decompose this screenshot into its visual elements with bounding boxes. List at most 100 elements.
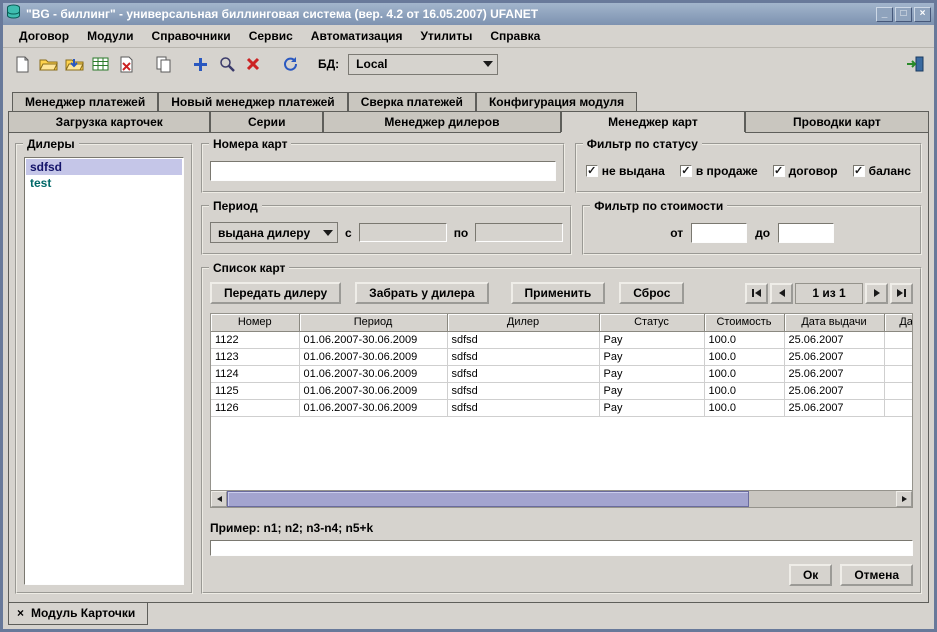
card-numbers-entry-input[interactable] <box>210 540 913 556</box>
cell[interactable]: 1123 <box>211 348 299 365</box>
cell[interactable]: Pay <box>599 382 704 399</box>
cell[interactable]: 01.06.2007-30.06.2009 <box>299 331 447 348</box>
tab-konfiguratsiya-modulya[interactable]: Конфигурация модуля <box>476 92 637 111</box>
cell[interactable]: 25.06.2007 <box>784 399 884 416</box>
cell[interactable]: Pay <box>599 331 704 348</box>
new-document-icon[interactable] <box>11 53 34 76</box>
cell[interactable]: 25.06.2007 <box>784 348 884 365</box>
horizontal-scrollbar[interactable] <box>210 491 913 508</box>
scroll-left-icon[interactable] <box>211 491 227 507</box>
col-period[interactable]: Период <box>299 314 447 331</box>
cost-to-input[interactable] <box>778 223 834 243</box>
take-from-dealer-button[interactable]: Забрать у дилера <box>355 282 488 304</box>
menu-spravochniki[interactable]: Справочники <box>144 27 239 45</box>
close-button[interactable]: × <box>914 7 931 22</box>
cell[interactable] <box>884 348 913 365</box>
checkbox-check-icon[interactable]: ✓ <box>773 165 785 177</box>
cell[interactable]: Pay <box>599 399 704 416</box>
col-data-vydachi[interactable]: Дата выдачи <box>784 314 884 331</box>
cell[interactable]: 1124 <box>211 365 299 382</box>
menu-utility[interactable]: Утилиты <box>412 27 480 45</box>
db-combobox[interactable]: Local <box>348 54 498 75</box>
checkbox-ne-vydana[interactable]: ✓не выдана <box>586 164 665 178</box>
list-item[interactable]: sdfsd <box>26 159 182 175</box>
cost-from-input[interactable] <box>691 223 747 243</box>
cell[interactable]: Pay <box>599 365 704 382</box>
close-module-icon[interactable]: × <box>17 607 24 619</box>
checkbox-check-icon[interactable]: ✓ <box>586 165 598 177</box>
cell[interactable] <box>884 365 913 382</box>
last-page-icon[interactable] <box>890 283 913 304</box>
checkbox-check-icon[interactable]: ✓ <box>680 165 692 177</box>
cell[interactable]: 100.0 <box>704 382 784 399</box>
cancel-button[interactable]: Отмена <box>840 564 913 586</box>
table-row[interactable]: 112401.06.2007-30.06.2009sdfsdPay100.025… <box>211 365 913 382</box>
cell[interactable]: 1126 <box>211 399 299 416</box>
cell[interactable]: 25.06.2007 <box>784 365 884 382</box>
table-row[interactable]: 112301.06.2007-30.06.2009sdfsdPay100.025… <box>211 348 913 365</box>
col-stoimost[interactable]: Стоимость <box>704 314 784 331</box>
tab-manager-dilerov[interactable]: Менеджер дилеров <box>323 111 561 132</box>
checkbox-v-prodazhe[interactable]: ✓в продаже <box>680 164 758 178</box>
table-row[interactable]: 112601.06.2007-30.06.2009sdfsdPay100.025… <box>211 399 913 416</box>
module-tab-kartochki[interactable]: × Модуль Карточки <box>8 603 148 625</box>
exit-icon[interactable] <box>903 53 926 76</box>
cell[interactable]: 100.0 <box>704 348 784 365</box>
open-folder-icon[interactable] <box>37 53 60 76</box>
col-status[interactable]: Статус <box>599 314 704 331</box>
reset-button[interactable]: Сброс <box>619 282 684 304</box>
folder-import-icon[interactable] <box>63 53 86 76</box>
card-numbers-input[interactable] <box>210 161 556 181</box>
scroll-right-icon[interactable] <box>896 491 912 507</box>
table-row[interactable]: 112201.06.2007-30.06.2009sdfsdPay100.025… <box>211 331 913 348</box>
cell[interactable] <box>884 331 913 348</box>
next-page-icon[interactable] <box>865 283 888 304</box>
cell[interactable]: sdfsd <box>447 382 599 399</box>
cell[interactable]: Pay <box>599 348 704 365</box>
cell[interactable]: sdfsd <box>447 365 599 382</box>
chevron-down-icon[interactable] <box>319 223 337 242</box>
give-to-dealer-button[interactable]: Передать дилеру <box>210 282 341 304</box>
prev-page-icon[interactable] <box>770 283 793 304</box>
cards-table[interactable]: Номер Период Дилер Статус Стоимость Дата… <box>211 314 913 417</box>
cell[interactable]: sdfsd <box>447 331 599 348</box>
tab-manager-platezhey[interactable]: Менеджер платежей <box>12 92 158 111</box>
cell[interactable]: 100.0 <box>704 399 784 416</box>
dealers-list[interactable]: sdfsd test <box>24 157 184 585</box>
copy-icon[interactable] <box>152 53 175 76</box>
cell[interactable]: sdfsd <box>447 348 599 365</box>
tab-serii[interactable]: Серии <box>210 111 323 132</box>
add-icon[interactable] <box>189 53 212 76</box>
cell[interactable] <box>884 382 913 399</box>
menu-servis[interactable]: Сервис <box>241 27 301 45</box>
delete-icon[interactable] <box>241 53 264 76</box>
cell[interactable]: 01.06.2007-30.06.2009 <box>299 365 447 382</box>
scrollbar-track[interactable] <box>227 491 896 507</box>
tab-zagruzka-kartochek[interactable]: Загрузка карточек <box>8 111 210 132</box>
checkbox-check-icon[interactable]: ✓ <box>853 165 865 177</box>
cell[interactable]: 100.0 <box>704 331 784 348</box>
maximize-button[interactable]: □ <box>895 7 912 22</box>
checkbox-balans[interactable]: ✓баланс <box>853 164 911 178</box>
period-type-combobox[interactable]: выдана дилеру <box>210 222 338 243</box>
cell[interactable]: 01.06.2007-30.06.2009 <box>299 348 447 365</box>
table-row[interactable]: 112501.06.2007-30.06.2009sdfsdPay100.025… <box>211 382 913 399</box>
tab-sverka-platezhey[interactable]: Сверка платежей <box>348 92 476 111</box>
delete-document-icon[interactable] <box>115 53 138 76</box>
scrollbar-thumb[interactable] <box>227 491 749 507</box>
ok-button[interactable]: Ок <box>789 564 832 586</box>
cell[interactable]: 25.06.2007 <box>784 382 884 399</box>
menu-dogovor[interactable]: Договор <box>11 27 77 45</box>
find-icon[interactable] <box>215 53 238 76</box>
chevron-down-icon[interactable] <box>479 55 497 74</box>
col-nomer[interactable]: Номер <box>211 314 299 331</box>
menu-avtomatizatsiya[interactable]: Автоматизация <box>303 27 411 45</box>
cell[interactable]: 100.0 <box>704 365 784 382</box>
minimize-button[interactable]: _ <box>876 7 893 22</box>
tab-novyy-manager-platezhey[interactable]: Новый менеджер платежей <box>158 92 347 111</box>
apply-button[interactable]: Применить <box>511 282 606 304</box>
menu-spravka[interactable]: Справка <box>482 27 548 45</box>
col-data-ak[interactable]: Дата ак <box>884 314 913 331</box>
checkbox-dogovor[interactable]: ✓договор <box>773 164 838 178</box>
cell[interactable]: 1125 <box>211 382 299 399</box>
